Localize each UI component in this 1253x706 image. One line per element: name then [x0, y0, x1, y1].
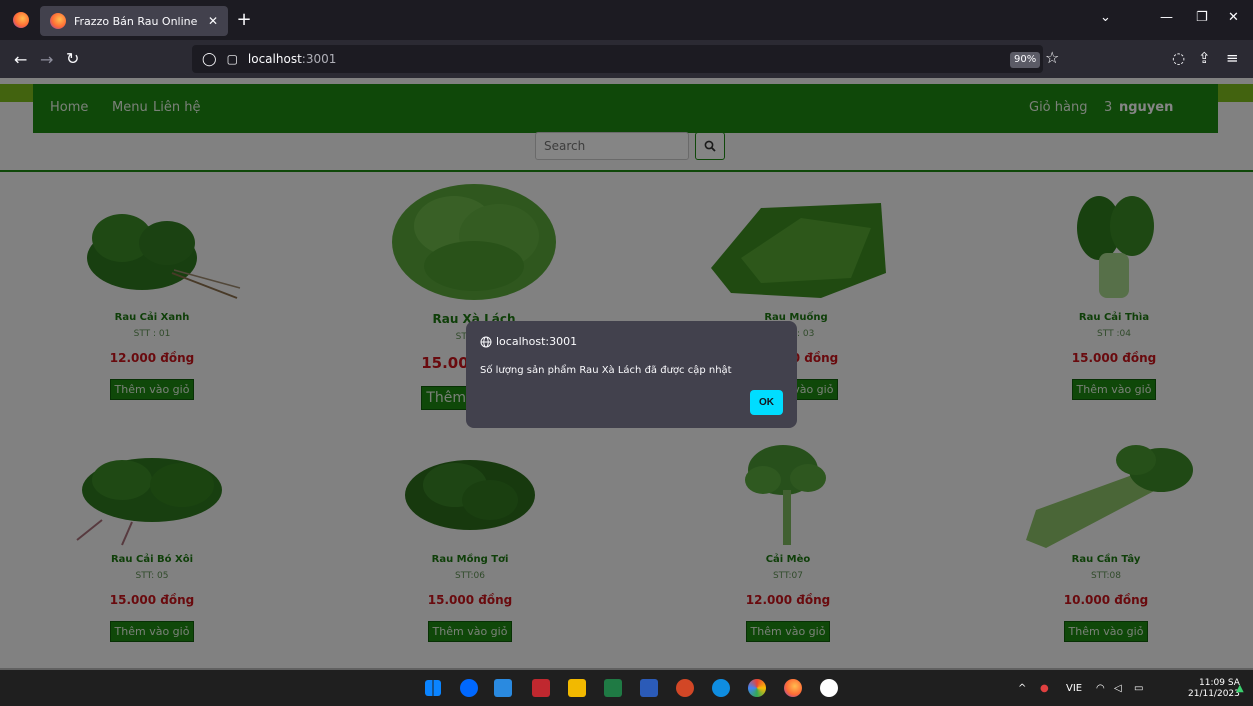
sticky-notes-icon[interactable] — [568, 679, 586, 697]
dialog-ok-button[interactable]: OK — [750, 390, 783, 415]
language-indicator[interactable]: VIE — [1066, 683, 1082, 694]
back-arrow-icon[interactable]: ← — [14, 50, 27, 69]
reload-icon[interactable]: ↻ — [66, 49, 79, 68]
app-white-icon[interactable] — [820, 679, 838, 697]
windows-start-icon[interactable] — [425, 680, 441, 696]
dialog-origin-text: localhost:3001 — [496, 335, 578, 348]
chrome-icon[interactable] — [748, 679, 766, 697]
tab-close-icon[interactable]: ✕ — [208, 14, 218, 28]
globe-icon — [480, 336, 492, 347]
volume-icon[interactable]: ◁ — [1114, 683, 1122, 694]
bookmark-star-icon[interactable]: ☆ — [1045, 48, 1059, 67]
firefox-taskbar-icon[interactable] — [784, 679, 802, 697]
vscode-icon[interactable] — [494, 679, 512, 697]
firefox-logo-icon — [13, 12, 29, 28]
url-bar[interactable]: ◯ ▢ localhost:3001 — [192, 45, 1043, 73]
tab-favicon-icon — [50, 13, 66, 29]
new-tab-plus-icon[interactable]: + — [233, 9, 255, 30]
app-red-icon[interactable] — [532, 679, 550, 697]
zalo-icon[interactable] — [460, 679, 478, 697]
forward-arrow-icon[interactable]: → — [40, 50, 53, 69]
page-icon: ▢ — [226, 52, 238, 66]
app-menu-icon[interactable]: ≡ — [1226, 49, 1239, 67]
dialog-message: Số lượng sản phẩm Rau Xà Lách đã được cậ… — [480, 365, 732, 376]
clock-date: 21/11/2023 — [1188, 689, 1240, 699]
browser-tab[interactable]: Frazzo Bán Rau Online ✕ — [40, 6, 228, 36]
edge-icon[interactable] — [712, 679, 730, 697]
pocket-icon[interactable]: ◌ — [1172, 49, 1185, 67]
tracking-shield-icon[interactable]: ◯ — [202, 52, 217, 67]
battery-icon[interactable]: ▭ — [1134, 683, 1143, 694]
window-close-icon[interactable]: ✕ — [1228, 10, 1239, 25]
wifi-icon[interactable]: ◠ — [1096, 683, 1105, 694]
excel-icon[interactable] — [604, 679, 622, 697]
dialog-origin: localhost:3001 — [480, 335, 577, 348]
alert-dialog: localhost:3001 Số lượng sản phẩm Rau Xà … — [466, 321, 797, 428]
url-text: localhost:3001 — [247, 52, 337, 66]
restore-icon[interactable]: ❐ — [1196, 10, 1208, 25]
share-icon[interactable]: ⇪ — [1198, 49, 1211, 67]
clock-time: 11:09 SA — [1199, 678, 1240, 688]
tab-list-chevron-icon[interactable]: ⌄ — [1100, 10, 1111, 25]
zoom-level-badge[interactable]: 90% — [1010, 52, 1041, 68]
tray-expand-icon[interactable]: ^ — [1018, 683, 1026, 694]
tray-app-icon[interactable]: ● — [1040, 683, 1049, 694]
notification-bell-icon[interactable]: ▲ — [1236, 683, 1244, 694]
word-icon[interactable] — [640, 679, 658, 697]
taskbar-clock[interactable]: 11:09 SA 21/11/2023 — [1188, 678, 1240, 700]
tab-title: Frazzo Bán Rau Online — [74, 14, 198, 28]
powerpoint-icon[interactable] — [676, 679, 694, 697]
minimize-icon[interactable]: — — [1160, 10, 1173, 25]
